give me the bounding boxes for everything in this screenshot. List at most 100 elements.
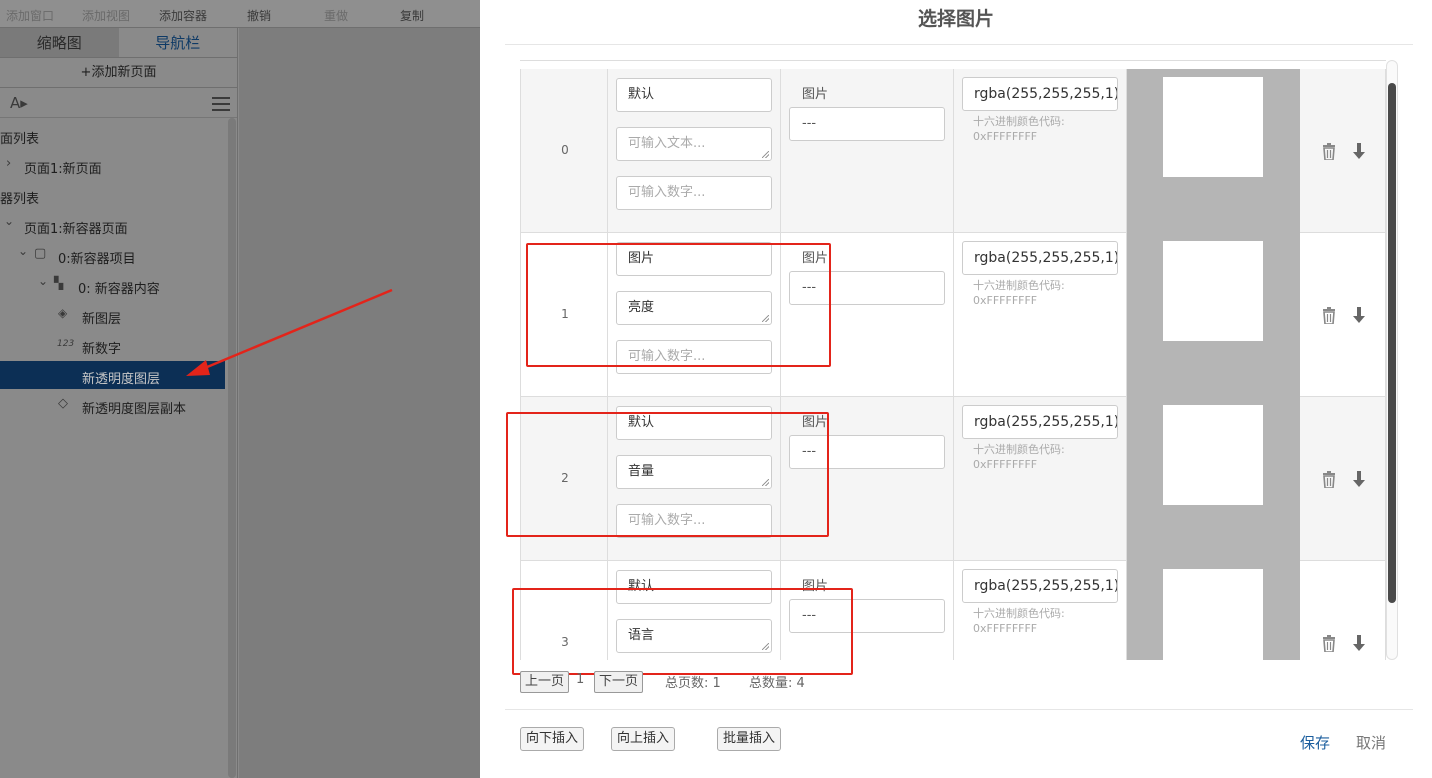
preview-cell <box>1127 397 1300 561</box>
droplet-icon: ◇ <box>58 396 68 411</box>
canvas-area <box>239 28 480 778</box>
container-item-icon: ▢ <box>34 246 47 261</box>
panel-scrollbar[interactable] <box>228 118 236 778</box>
name-input[interactable]: 默认 <box>616 78 772 112</box>
tree-item-number[interactable]: 新数字 <box>82 338 121 357</box>
add-page-button[interactable]: +添加新页面 <box>0 58 237 88</box>
color-input[interactable]: rgba(255,255,255,1) <box>962 569 1118 603</box>
color-cell: rgba(255,255,255,1) 十六进制颜色代码: 0xFFFFFFFF <box>954 561 1127 660</box>
cancel-button[interactable]: 取消 <box>1356 732 1386 753</box>
color-cell: rgba(255,255,255,1) 十六进制颜色代码: 0xFFFFFFFF <box>954 397 1127 561</box>
page-list-title: 面列表 <box>0 132 40 147</box>
color-swatch[interactable] <box>1163 569 1263 660</box>
hex-hint-label: 十六进制颜色代码: <box>973 279 1065 292</box>
color-input[interactable]: rgba(255,255,255,1) <box>962 405 1118 439</box>
editor-background: 添加窗口 添加视图 添加容器 撤销 重做 复制 缩略图 导航栏 +添加新页面 A… <box>0 0 480 778</box>
action-cell <box>1300 561 1386 660</box>
tree-item-alpha-layer[interactable]: 新透明度图层 <box>82 368 160 387</box>
scrollbar-thumb[interactable] <box>1388 83 1396 603</box>
tree-item-container-page[interactable]: 页面1:新容器页面 <box>24 218 128 237</box>
trash-icon[interactable] <box>1322 635 1336 652</box>
action-cell <box>1300 69 1386 233</box>
highlight-box <box>526 243 831 367</box>
trash-icon[interactable] <box>1322 471 1336 488</box>
grid-add-icon: ▚ <box>54 276 64 290</box>
text-cell: 默认 可输入文本... 可输入数字... <box>608 69 781 233</box>
tab-thumbnail[interactable]: 缩略图 <box>0 28 119 57</box>
layers-icon: ◈ <box>58 306 68 320</box>
font-style-icon[interactable]: A▸ <box>10 94 28 112</box>
editor-toolbar: 添加窗口 添加视图 添加容器 撤销 重做 复制 <box>0 0 480 28</box>
add-container-button[interactable]: 添加容器 <box>159 7 207 24</box>
table-scrollbar[interactable] <box>1386 60 1398 660</box>
color-swatch[interactable] <box>1163 241 1263 341</box>
panel-tabs: 缩略图 导航栏 <box>0 28 237 58</box>
move-down-icon[interactable] <box>1352 635 1366 652</box>
tree-item-container-content[interactable]: 0: 新容器内容 <box>78 278 160 297</box>
tree-item-alpha-layer-copy[interactable]: 新透明度图层副本 <box>82 398 186 417</box>
chevron-down-icon[interactable]: ⌄ <box>38 274 48 288</box>
image-input[interactable]: --- <box>789 107 945 141</box>
total-count: 总数量: 4 <box>749 676 805 691</box>
preview-cell <box>1127 233 1300 397</box>
highlight-box <box>512 588 853 675</box>
trash-icon[interactable] <box>1322 307 1336 324</box>
move-down-icon[interactable] <box>1352 143 1366 160</box>
hex-hint-value: 0xFFFFFFFF <box>973 458 1038 471</box>
row-index: 0 <box>561 143 569 157</box>
move-down-icon[interactable] <box>1352 307 1366 324</box>
container-list-title: 器列表 <box>0 192 40 207</box>
action-cell <box>1300 233 1386 397</box>
table-row: 0 默认 可输入文本... 可输入数字... 图片 --- rgba(255,2… <box>520 69 1386 233</box>
current-page: 1 <box>576 672 585 687</box>
redo-button[interactable]: 重做 <box>324 7 348 24</box>
chevron-down-icon[interactable]: ⌄ <box>4 214 14 228</box>
image-label: 图片 <box>802 87 829 102</box>
trash-icon[interactable] <box>1322 143 1336 160</box>
color-swatch[interactable] <box>1163 405 1263 505</box>
next-page-button[interactable]: 下一页 <box>594 671 644 693</box>
number-input[interactable]: 可输入数字... <box>616 176 772 210</box>
tree-item-page[interactable]: 页面1:新页面 <box>24 158 102 177</box>
preview-cell <box>1127 69 1300 233</box>
total-pages: 总页数: 1 <box>665 676 721 691</box>
hex-hint-value: 0xFFFFFFFF <box>973 130 1038 143</box>
tab-navigation[interactable]: 导航栏 <box>119 28 238 57</box>
index-cell: 0 <box>520 69 608 233</box>
chevron-down-icon[interactable]: ⌄ <box>18 244 28 258</box>
hex-hint-label: 十六进制颜色代码: <box>973 607 1065 620</box>
tree-item-layer[interactable]: 新图层 <box>82 308 121 327</box>
batch-insert-button[interactable]: 批量插入 <box>717 727 782 751</box>
preview-cell <box>1127 561 1300 660</box>
color-swatch[interactable] <box>1163 77 1263 177</box>
copy-button[interactable]: 复制 <box>400 7 424 24</box>
hex-hint-label: 十六进制颜色代码: <box>973 115 1065 128</box>
color-cell: rgba(255,255,255,1) 十六进制颜色代码: 0xFFFFFFFF <box>954 233 1127 397</box>
title-divider <box>505 44 1413 45</box>
insert-below-button[interactable]: 向下插入 <box>520 727 585 751</box>
action-cell <box>1300 397 1386 561</box>
add-window-button[interactable]: 添加窗口 <box>6 7 54 24</box>
color-cell: rgba(255,255,255,1) 十六进制颜色代码: 0xFFFFFFFF <box>954 69 1127 233</box>
text-input[interactable]: 可输入文本... <box>616 127 772 161</box>
footer-divider <box>505 709 1413 710</box>
hex-hint-label: 十六进制颜色代码: <box>973 443 1065 456</box>
undo-button[interactable]: 撤销 <box>247 7 271 24</box>
menu-icon[interactable] <box>212 97 230 111</box>
number-icon: 123 <box>57 339 75 349</box>
color-input[interactable]: rgba(255,255,255,1) <box>962 241 1118 275</box>
add-view-button[interactable]: 添加视图 <box>82 7 130 24</box>
image-cell: 图片 --- <box>781 69 954 233</box>
panel-tools: A▸ <box>0 88 237 118</box>
save-button[interactable]: 保存 <box>1300 732 1330 753</box>
chevron-right-icon[interactable]: › <box>6 156 11 171</box>
prev-page-button[interactable]: 上一页 <box>520 671 570 693</box>
highlight-box <box>506 412 829 537</box>
dialog-title: 选择图片 <box>917 8 994 30</box>
insert-above-button[interactable]: 向上插入 <box>611 727 676 751</box>
tree-item-container-item[interactable]: 0:新容器项目 <box>58 248 136 267</box>
color-input[interactable]: rgba(255,255,255,1) <box>962 77 1118 111</box>
move-down-icon[interactable] <box>1352 471 1366 488</box>
hex-hint-value: 0xFFFFFFFF <box>973 294 1038 307</box>
hex-hint-value: 0xFFFFFFFF <box>973 622 1038 635</box>
